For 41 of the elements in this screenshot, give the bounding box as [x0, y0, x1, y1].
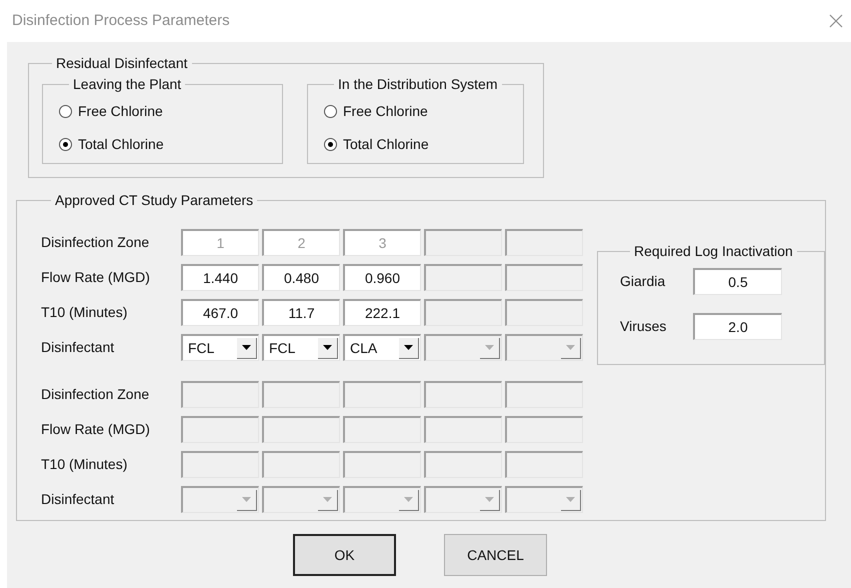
dialog-button[interactable]: OK — [293, 534, 396, 576]
field-label: Giardia — [620, 272, 666, 291]
radio-label[interactable]: Free Chlorine — [78, 101, 163, 122]
row-label: Disinfectant — [41, 490, 116, 509]
row-label: Disinfection Zone — [41, 385, 150, 404]
group-label: Residual Disinfectant — [55, 54, 189, 73]
input-field[interactable]: 11.7 — [262, 299, 340, 326]
dropdown[interactable]: FCL — [181, 334, 259, 361]
field-label: Viruses — [620, 317, 668, 336]
dropdown-value: FCL — [188, 338, 214, 358]
radio-label[interactable]: Total Chlorine — [343, 134, 429, 155]
dialog-button[interactable]: CANCEL — [444, 534, 547, 576]
row-label: T10 (Minutes) — [41, 455, 128, 474]
radio-button[interactable] — [324, 105, 337, 118]
input-field[interactable]: 0.480 — [262, 264, 340, 291]
dropdown-value: CLA — [350, 338, 378, 358]
window-title: Disinfection Process Parameters — [12, 10, 230, 31]
row-label: Disinfectant — [41, 338, 116, 357]
dropdown-value: FCL — [269, 338, 296, 358]
radio-button[interactable] — [324, 138, 337, 151]
radio-label[interactable]: Total Chlorine — [78, 134, 164, 155]
radio-label[interactable]: Free Chlorine — [343, 101, 428, 122]
group-label: Approved CT Study Parameters — [54, 191, 254, 210]
dropdown[interactable]: FCL — [262, 334, 340, 361]
group-label: Leaving the Plant — [72, 75, 182, 94]
input-field[interactable]: 0.5 — [693, 268, 782, 295]
input-field[interactable]: 0.960 — [343, 264, 421, 291]
close-icon[interactable] — [829, 14, 843, 28]
input-field[interactable]: 1.440 — [181, 264, 259, 291]
row-label: Flow Rate (MGD) — [41, 420, 151, 439]
row-label: T10 (Minutes) — [41, 303, 128, 322]
group-label: In the Distribution System — [337, 75, 499, 94]
radio-button[interactable] — [59, 138, 72, 151]
dropdown[interactable]: CLA — [343, 334, 421, 361]
radio-button[interactable] — [59, 105, 72, 118]
group-label: Required Log Inactivation — [633, 242, 794, 261]
input-field[interactable]: 467.0 — [181, 299, 259, 326]
input-field[interactable]: 222.1 — [343, 299, 421, 326]
row-label: Flow Rate (MGD) — [41, 268, 151, 287]
row-label: Disinfection Zone — [41, 233, 150, 252]
input-field[interactable]: 2.0 — [693, 313, 782, 340]
